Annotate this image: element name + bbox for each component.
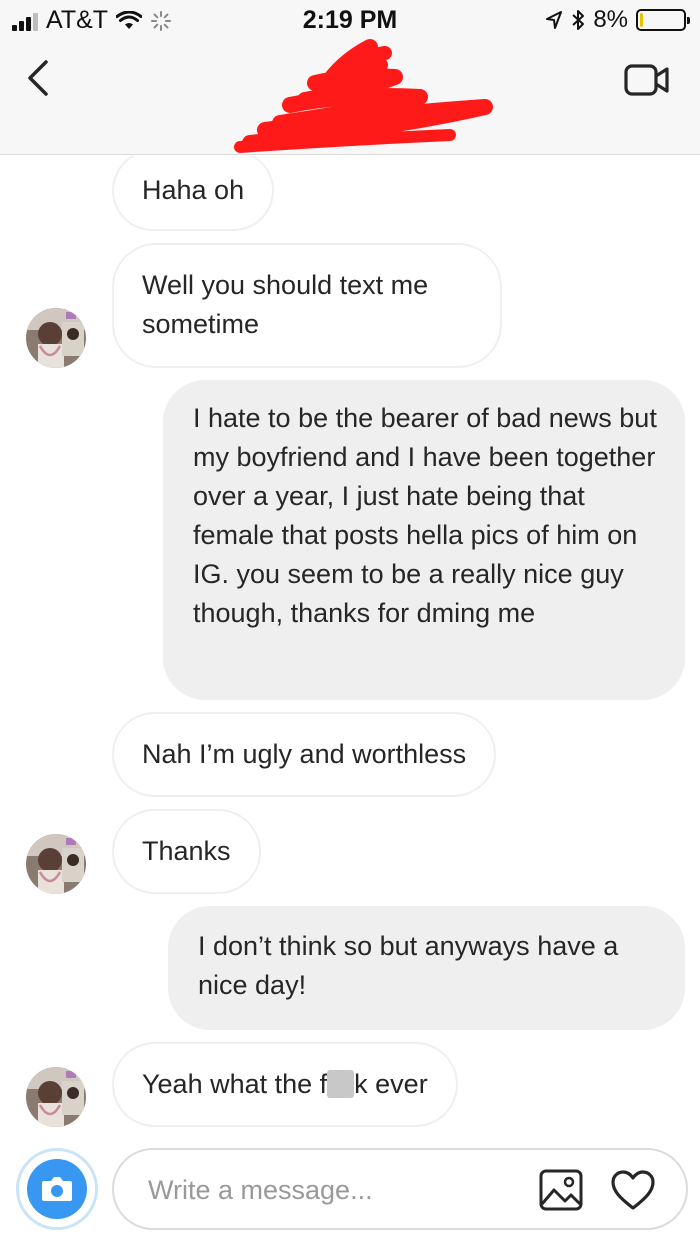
gallery-icon[interactable] (538, 1168, 584, 1212)
bluetooth-icon (572, 10, 585, 30)
sender-avatar[interactable] (26, 834, 86, 894)
camera-button[interactable] (16, 1148, 98, 1230)
video-call-icon[interactable] (624, 62, 670, 98)
status-bar: AT&T 2:19 PM 8% (0, 0, 700, 40)
heart-icon[interactable] (610, 1168, 656, 1212)
avatar-photo-icon (26, 834, 86, 894)
message-text: I hate to be the bearer of bad news but … (193, 403, 657, 628)
message-text: Well you should text me sometime (142, 270, 429, 339)
message-composer (0, 1140, 700, 1245)
camera-icon (27, 1159, 87, 1219)
message-thread[interactable]: Haha oh Well you should text me sometime… (0, 156, 700, 1141)
message-bubble-outgoing[interactable]: I don’t think so but anyways have a nice… (168, 906, 685, 1030)
message-bubble-incoming[interactable]: Yeah what the f k ever (112, 1042, 458, 1127)
message-bubble-incoming[interactable]: Haha oh (112, 156, 275, 231)
censored-word-blur (327, 1070, 355, 1098)
message-text-part: Yeah what the f (142, 1069, 328, 1099)
avatar-photo-icon (26, 308, 86, 368)
location-arrow-icon (546, 11, 563, 29)
message-text: Thanks (142, 836, 231, 866)
sender-avatar[interactable] (26, 1067, 86, 1127)
message-bubble-incoming[interactable]: Thanks (112, 809, 261, 894)
sender-avatar[interactable] (26, 308, 86, 368)
message-bubble-incoming[interactable]: Nah I’m ugly and worthless (112, 712, 497, 797)
battery-icon (636, 9, 690, 31)
redacted-username-scribble (234, 39, 493, 153)
message-text-part: k ever (354, 1069, 428, 1099)
message-text: Haha oh (142, 175, 245, 205)
message-input-container[interactable] (112, 1148, 688, 1230)
avatar-photo-icon (26, 1067, 86, 1127)
message-bubble-outgoing[interactable]: I hate to be the bearer of bad news but … (163, 380, 685, 700)
message-input[interactable] (148, 1168, 518, 1212)
battery-percent: 8% (593, 6, 628, 33)
status-right: 8% (545, 6, 690, 34)
back-chevron-icon[interactable] (22, 58, 58, 98)
message-text: Nah I’m ugly and worthless (142, 739, 467, 769)
message-bubble-incoming[interactable]: Well you should text me sometime (112, 243, 502, 368)
message-text: I don’t think so but anyways have a nice… (198, 931, 619, 1000)
conversation-header (0, 39, 700, 155)
